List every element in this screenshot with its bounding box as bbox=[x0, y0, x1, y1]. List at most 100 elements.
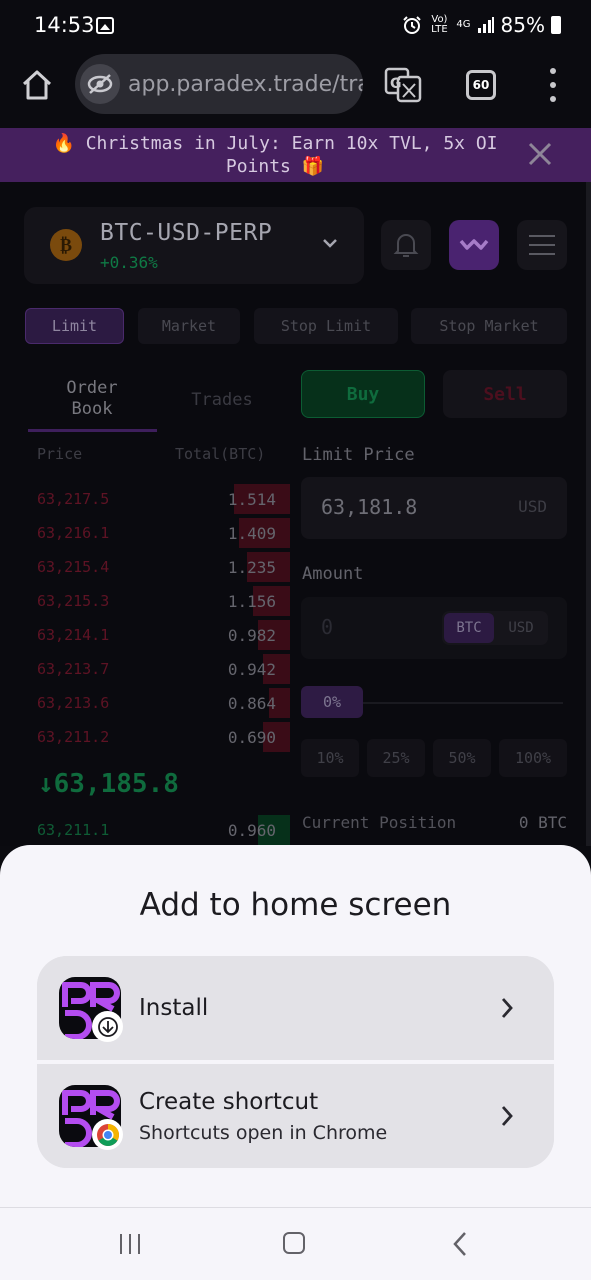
order-type-limit[interactable]: Limit bbox=[25, 308, 124, 344]
create-shortcut-label: Create shortcut bbox=[139, 1089, 319, 1115]
sheet-title: Add to home screen bbox=[139, 887, 452, 923]
percent-button-10[interactable]: 10% bbox=[301, 739, 359, 777]
network-type: 4G bbox=[456, 19, 471, 30]
slider-value[interactable]: 0% bbox=[301, 686, 363, 718]
wallet-connect-button[interactable] bbox=[449, 220, 499, 270]
trading-page: ₿ BTC-USD-PERP +0.36% Limit Market Stop … bbox=[0, 182, 591, 846]
row-price: 63,215.3 bbox=[37, 592, 110, 610]
tab-order-book[interactable]: Order Book bbox=[44, 378, 140, 420]
orderbook-header-total: Total(BTC) bbox=[175, 445, 266, 463]
amount-label: Amount bbox=[302, 564, 364, 584]
chevron-right-icon bbox=[501, 998, 513, 1018]
order-type-stop-market[interactable]: Stop Market bbox=[411, 308, 567, 344]
row-price: 63,215.4 bbox=[37, 558, 110, 576]
add-to-home-sheet: Add to home screen Install Create shortc… bbox=[0, 845, 591, 1207]
ask-row[interactable]: 63,211.2 0.690 bbox=[24, 722, 290, 752]
status-bar: 14:53 Vo) LTE 4G 85% bbox=[0, 0, 591, 52]
back-icon[interactable] bbox=[450, 1230, 470, 1258]
address-bar[interactable]: app.paradex.trade/tra bbox=[75, 54, 363, 114]
order-type-stop-limit[interactable]: Stop Limit bbox=[254, 308, 398, 344]
row-total: 0.942 bbox=[227, 660, 276, 679]
row-price: 63,211.2 bbox=[37, 728, 110, 746]
recents-icon[interactable] bbox=[118, 1232, 142, 1256]
row-price: 63,214.1 bbox=[37, 626, 110, 644]
bitcoin-icon: ₿ bbox=[50, 229, 82, 261]
more-options-icon[interactable] bbox=[548, 68, 558, 102]
create-shortcut-sublabel: Shortcuts open in Chrome bbox=[139, 1122, 388, 1144]
home-button-icon[interactable] bbox=[283, 1232, 305, 1254]
wallet-connect-icon bbox=[459, 239, 489, 250]
incognito-eye-icon[interactable] bbox=[80, 64, 120, 104]
market-change: +0.36% bbox=[100, 253, 158, 272]
row-price: 63,213.6 bbox=[37, 694, 110, 712]
volte-indicator: Vo) LTE bbox=[431, 14, 448, 35]
row-total: 1.156 bbox=[227, 592, 276, 611]
ask-row[interactable]: 63,217.5 1.514 bbox=[24, 484, 290, 514]
gallery-notification-icon bbox=[96, 17, 114, 34]
slider-track bbox=[363, 702, 563, 704]
unit-btc-button[interactable]: BTC bbox=[444, 613, 494, 643]
ask-row[interactable]: 63,216.1 1.409 bbox=[24, 518, 290, 548]
chrome-badge-icon bbox=[92, 1119, 123, 1150]
home-icon[interactable] bbox=[20, 68, 54, 102]
buy-button[interactable]: Buy bbox=[301, 370, 425, 418]
install-option[interactable]: Install bbox=[37, 956, 554, 1060]
ask-row[interactable]: 63,213.7 0.942 bbox=[24, 654, 290, 684]
hamburger-menu-icon[interactable] bbox=[517, 220, 567, 270]
chevron-down-icon bbox=[323, 239, 337, 248]
percent-button-100[interactable]: 100% bbox=[499, 739, 567, 777]
last-price: ↓63,185.8 bbox=[38, 769, 179, 799]
row-total: 0.982 bbox=[227, 626, 276, 645]
notifications-button[interactable] bbox=[381, 220, 431, 270]
limit-price-input[interactable]: 63,181.8 USD bbox=[301, 477, 567, 539]
orderbook-header-price: Price bbox=[37, 445, 83, 463]
promo-banner: 🔥 Christmas in July: Earn 10x TVL, 5x OI… bbox=[0, 128, 591, 182]
ask-row[interactable]: 63,215.4 1.235 bbox=[24, 552, 290, 582]
close-icon[interactable] bbox=[524, 138, 556, 170]
ask-row[interactable]: 63,213.6 0.864 bbox=[24, 688, 290, 718]
row-total: 0.690 bbox=[227, 728, 276, 747]
row-total: 0.960 bbox=[227, 821, 276, 840]
system-nav-bar bbox=[0, 1207, 591, 1280]
browser-toolbar: app.paradex.trade/tra G 60 bbox=[0, 52, 591, 128]
amount-input[interactable]: 0 BTC USD bbox=[301, 597, 567, 659]
download-badge-icon bbox=[92, 1011, 123, 1042]
chevron-right-icon bbox=[501, 1106, 513, 1126]
ask-row[interactable]: 63,215.3 1.156 bbox=[24, 586, 290, 616]
battery-icon bbox=[551, 16, 561, 34]
amount-placeholder: 0 bbox=[321, 615, 334, 639]
active-tab-indicator bbox=[28, 429, 157, 432]
url-text: app.paradex.trade/tra bbox=[128, 71, 363, 97]
limit-price-label: Limit Price bbox=[302, 445, 415, 465]
create-shortcut-option[interactable]: Create shortcut Shortcuts open in Chrome bbox=[37, 1064, 554, 1168]
limit-price-unit: USD bbox=[518, 497, 547, 516]
percent-button-50[interactable]: 50% bbox=[433, 739, 491, 777]
alarm-icon bbox=[403, 16, 422, 34]
limit-price-value: 63,181.8 bbox=[321, 495, 418, 519]
row-total: 1.235 bbox=[227, 558, 276, 577]
install-label: Install bbox=[139, 995, 209, 1021]
sell-button[interactable]: Sell bbox=[443, 370, 567, 418]
tab-switcher-button[interactable]: 60 bbox=[466, 70, 496, 100]
percent-button-25[interactable]: 25% bbox=[367, 739, 425, 777]
signal-icon bbox=[477, 17, 494, 33]
amount-slider[interactable]: 0% bbox=[301, 686, 567, 718]
status-time: 14:53 bbox=[34, 13, 95, 37]
row-total: 0.864 bbox=[227, 694, 276, 713]
sheet-options: Install Create shortcut Shortcuts open i… bbox=[37, 956, 554, 1168]
tab-trades[interactable]: Trades bbox=[170, 390, 274, 411]
unit-usd-button[interactable]: USD bbox=[498, 613, 544, 643]
market-symbol: BTC-USD-PERP bbox=[100, 220, 273, 246]
battery-percent: 85% bbox=[500, 13, 545, 37]
row-total: 1.409 bbox=[227, 524, 276, 543]
amount-unit-toggle: BTC USD bbox=[442, 611, 548, 645]
status-icons: Vo) LTE 4G 85% bbox=[402, 13, 561, 37]
ask-row[interactable]: 63,214.1 0.982 bbox=[24, 620, 290, 650]
translate-icon[interactable]: G bbox=[384, 67, 422, 103]
order-type-market[interactable]: Market bbox=[138, 308, 240, 344]
bid-row[interactable]: 63,211.1 0.960 bbox=[24, 815, 290, 845]
row-price: 63,211.1 bbox=[37, 821, 110, 839]
row-price: 63,217.5 bbox=[37, 490, 110, 508]
market-selector[interactable]: ₿ BTC-USD-PERP +0.36% bbox=[24, 207, 364, 284]
row-total: 1.514 bbox=[227, 490, 276, 509]
